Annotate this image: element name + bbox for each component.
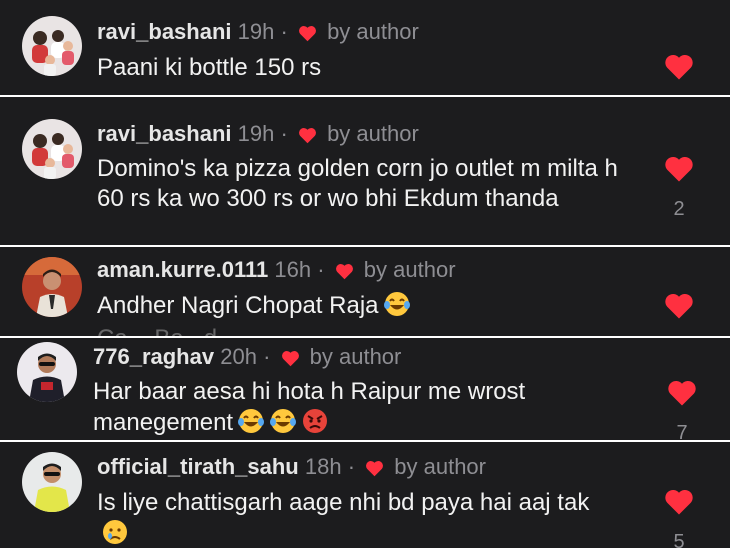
comment-text: Is liye chattisgarh aage nhi bd paya hai… bbox=[97, 488, 617, 548]
like-count: 2 bbox=[673, 198, 685, 220]
separator: · bbox=[263, 344, 271, 369]
avatar[interactable] bbox=[22, 16, 82, 76]
username[interactable]: ravi_bashani bbox=[97, 121, 232, 146]
small-heart-icon bbox=[281, 351, 299, 367]
username[interactable]: ravi_bashani bbox=[97, 19, 232, 44]
comment-item: official_tirath_sahu 18h · by author Is … bbox=[0, 442, 730, 548]
tears-of-joy-emoji bbox=[238, 409, 265, 433]
username[interactable]: aman.kurre.0111 bbox=[97, 257, 268, 282]
timestamp: 19h bbox=[237, 121, 275, 146]
liked-by-author-label: by author bbox=[309, 344, 402, 369]
heart-icon[interactable] bbox=[664, 155, 694, 183]
small-heart-icon bbox=[335, 264, 353, 280]
comment-item: aman.kurre.0111 16h · by author Andher N… bbox=[0, 247, 730, 336]
heart-icon[interactable] bbox=[664, 292, 694, 320]
timestamp: 20h bbox=[220, 344, 257, 369]
liked-by-author-label: by author bbox=[327, 121, 419, 146]
like-count: 7 bbox=[676, 422, 688, 440]
liked-by-author-label: by author bbox=[327, 19, 419, 44]
comment-text: Paani ki bottle 150 rs bbox=[97, 54, 322, 81]
avatar[interactable] bbox=[17, 342, 77, 402]
username[interactable]: official_tirath_sahu bbox=[97, 454, 299, 479]
timestamp: 19h bbox=[237, 19, 275, 44]
separator: · bbox=[317, 257, 325, 282]
tears-of-joy-emoji bbox=[383, 292, 410, 316]
timestamp: 18h bbox=[304, 454, 342, 479]
crying-face-emoji bbox=[103, 520, 127, 544]
comment-text: Har baar aesa hi hota h Raipur me wrost … bbox=[93, 378, 526, 436]
liked-by-author-label: by author bbox=[394, 454, 486, 479]
heart-icon[interactable] bbox=[664, 53, 694, 81]
comment-text: Andher Nagri Chopat Raja bbox=[97, 290, 642, 321]
comment-item: 776_raghav 20h · by author Har baar aesa… bbox=[0, 338, 730, 440]
comment-text: Domino's ka pizza golden corn jo outlet … bbox=[97, 155, 618, 212]
timestamp: 16h bbox=[274, 257, 312, 282]
username[interactable]: 776_raghav bbox=[93, 344, 214, 369]
small-heart-icon bbox=[298, 26, 316, 42]
small-heart-icon bbox=[366, 461, 384, 477]
avatar[interactable] bbox=[22, 257, 82, 317]
small-heart-icon bbox=[298, 128, 316, 144]
angry-face-emoji bbox=[303, 409, 328, 433]
liked-by-author-label: by author bbox=[363, 257, 456, 282]
separator: · bbox=[280, 19, 288, 44]
comment-item: ravi_bashani 19h · by author Domino's ka… bbox=[0, 97, 730, 245]
tears-of-joy-emoji bbox=[270, 409, 297, 433]
comment-item: ravi_bashani 19h · by author Paani ki bo… bbox=[0, 0, 730, 95]
separator: · bbox=[280, 121, 288, 146]
heart-icon[interactable] bbox=[664, 488, 694, 516]
next-comment-preview: Ca... Ba...d ... ... ... ... bbox=[97, 325, 324, 336]
heart-icon[interactable] bbox=[667, 379, 697, 407]
avatar[interactable] bbox=[22, 119, 82, 179]
avatar[interactable] bbox=[22, 452, 82, 512]
like-count: 5 bbox=[673, 531, 685, 548]
separator: · bbox=[347, 454, 356, 479]
